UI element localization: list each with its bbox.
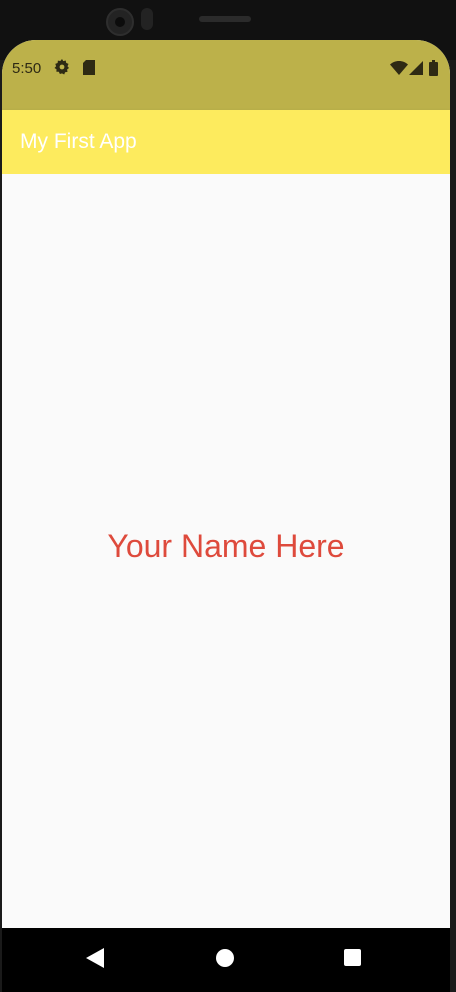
phone-screen: 5:50 My First App Your Name Here	[2, 40, 450, 992]
recents-icon[interactable]	[344, 949, 361, 966]
signal-icon	[409, 61, 423, 75]
status-bar: 5:50	[2, 40, 450, 110]
sd-card-icon	[83, 60, 95, 75]
phone-device-frame: 5:50 My First App Your Name Here	[0, 0, 456, 992]
navigation-bar	[2, 928, 450, 992]
front-camera	[106, 8, 134, 36]
home-icon[interactable]	[215, 948, 235, 968]
back-icon[interactable]	[86, 948, 104, 968]
app-bar: My First App	[2, 110, 450, 174]
wifi-icon	[390, 61, 408, 75]
name-text: Your Name Here	[107, 528, 345, 564]
status-time: 5:50	[12, 60, 42, 77]
battery-icon	[429, 60, 438, 76]
main-content: Your Name Here	[2, 174, 450, 928]
gear-icon	[54, 59, 69, 75]
proximity-sensor	[141, 8, 153, 30]
earpiece-speaker	[199, 16, 251, 22]
app-title: My First App	[20, 130, 137, 153]
